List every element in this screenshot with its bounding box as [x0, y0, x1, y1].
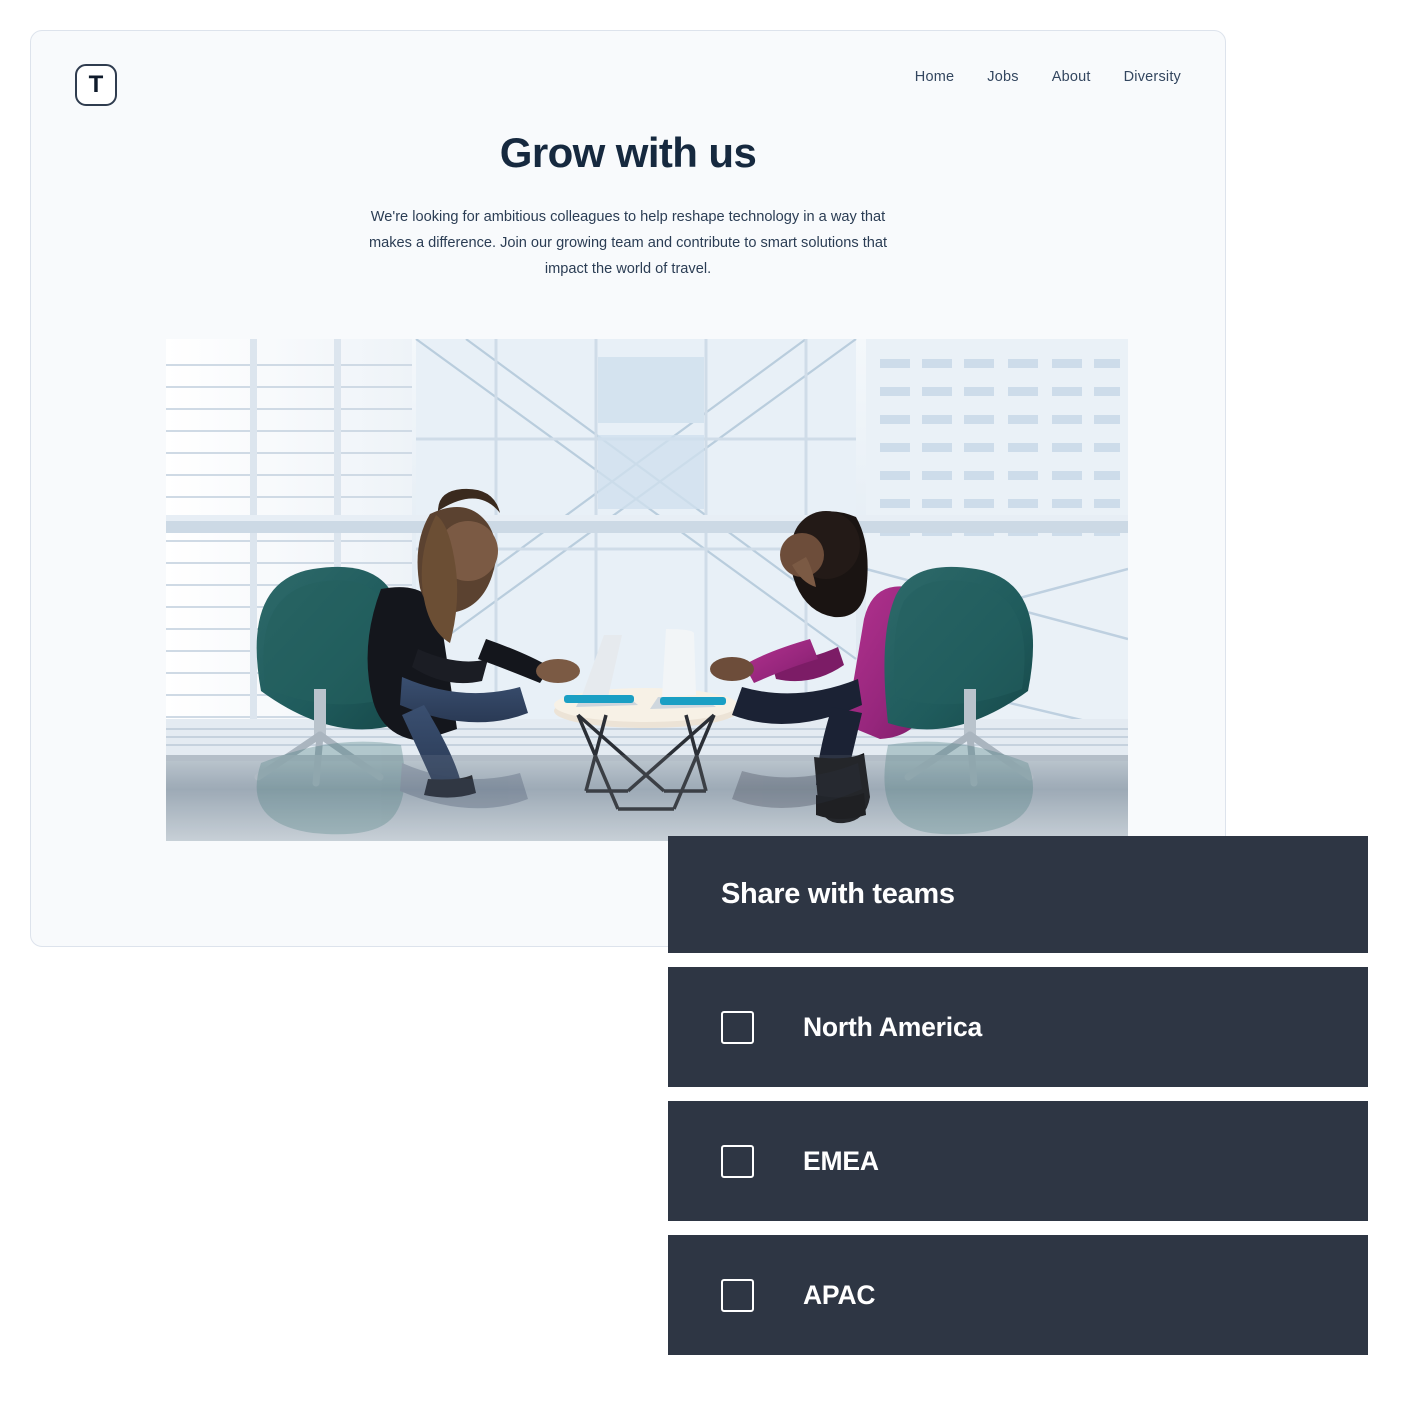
- screen-root: T Home Jobs About Diversity Grow with us…: [0, 0, 1403, 1403]
- team-label-emea: EMEA: [803, 1145, 879, 1176]
- checkbox-apac[interactable]: [721, 1278, 754, 1312]
- site-header: T Home Jobs About Diversity: [31, 31, 1225, 141]
- page-card: T Home Jobs About Diversity Grow with us…: [30, 30, 1226, 947]
- nav-link-home[interactable]: Home: [915, 69, 954, 85]
- nav-link-diversity[interactable]: Diversity: [1124, 69, 1181, 85]
- share-panel-title: Share with teams: [721, 878, 955, 910]
- team-label-north-america: North America: [803, 1011, 983, 1042]
- primary-nav: Home Jobs About Diversity: [915, 69, 1181, 85]
- checkbox-emea[interactable]: [721, 1144, 754, 1178]
- share-with-teams-panel: Share with teams North America EMEA APAC: [668, 836, 1368, 1355]
- brand-logo-letter: T: [88, 71, 104, 98]
- team-label-apac: APAC: [803, 1279, 876, 1310]
- brand-logo[interactable]: T: [75, 64, 117, 106]
- team-option-north-america[interactable]: North America: [668, 967, 1368, 1087]
- nav-link-jobs[interactable]: Jobs: [987, 69, 1018, 85]
- nav-link-about[interactable]: About: [1052, 69, 1091, 85]
- page-title: Grow with us: [499, 129, 757, 176]
- team-option-apac[interactable]: APAC: [668, 1235, 1368, 1355]
- hero-image: [166, 339, 1128, 841]
- share-panel-header: Share with teams: [668, 836, 1368, 953]
- team-option-emea[interactable]: EMEA: [668, 1101, 1368, 1221]
- hero-paragraph: We're looking for ambitious colleagues t…: [368, 209, 888, 277]
- checkbox-north-america[interactable]: [721, 1010, 754, 1044]
